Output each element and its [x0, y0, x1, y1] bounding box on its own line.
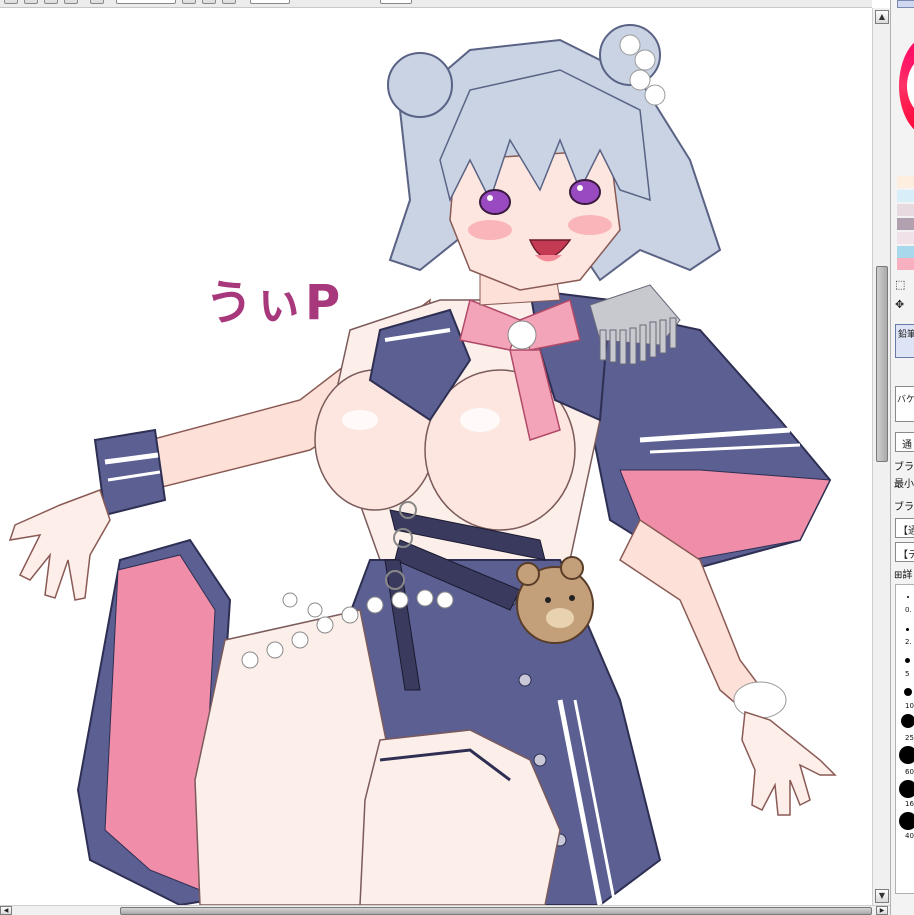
mode-select-2-value: 【テ [898, 550, 914, 561]
brush-size-dot[interactable] [899, 780, 914, 798]
zoom-reset-button[interactable] [222, 0, 236, 4]
right-wrist-fur [733, 681, 787, 719]
left-hand [8, 489, 111, 601]
scroll-up-arrow-icon[interactable]: ▲ [875, 10, 889, 24]
tool-panel: ⬚ ✥ 鉛筆 バケ 通 ブラシ 最小 ブラシ 【通 【テ ⊞詳 0. 2. 5 … [890, 0, 914, 915]
detail-toggle[interactable]: ⊞詳 [894, 566, 912, 581]
toolbar-button[interactable] [44, 0, 58, 4]
toolbar-button[interactable] [24, 0, 38, 4]
hair-bun-left [387, 52, 453, 118]
left-thigh [194, 609, 391, 905]
brush-size-dot[interactable] [905, 658, 910, 663]
color-swatch[interactable] [897, 232, 914, 244]
brush-size-label: 5 [905, 670, 910, 678]
mode-select-1-value: 【通 [898, 526, 914, 537]
mode-select-2[interactable]: 【テ [895, 542, 914, 562]
epaulette [589, 284, 681, 365]
move-icon[interactable]: ✥ [895, 298, 904, 311]
brush-size-label: 10 [905, 702, 914, 710]
brush-size-dot[interactable] [906, 628, 909, 631]
color-swatch[interactable] [897, 190, 914, 202]
tool-pencil-label: 鉛筆 [898, 330, 914, 340]
zoom-field[interactable] [116, 0, 176, 4]
color-swatch[interactable] [897, 246, 914, 258]
right-hand [741, 711, 837, 816]
scroll-left-arrow-icon[interactable]: ◀ [0, 906, 12, 915]
left-eye [479, 189, 511, 215]
toolbar-button[interactable] [90, 0, 104, 4]
rotation-field[interactable] [250, 0, 290, 4]
brush-shape-label: ブラシ [894, 462, 914, 473]
brush-size-label: 16 [905, 800, 914, 808]
color-swatch[interactable] [897, 218, 914, 230]
toolbar-button[interactable] [4, 0, 18, 4]
mode-select-1[interactable]: 【通 [895, 518, 914, 538]
artist-signature: うぃP [205, 275, 343, 331]
brush-size-dot[interactable] [904, 688, 912, 696]
stabilizer-field[interactable] [380, 0, 412, 4]
drawing-canvas[interactable]: うぃP [0, 8, 872, 905]
color-swatch[interactable] [897, 204, 914, 216]
brush-size-dot[interactable] [907, 596, 909, 598]
scroll-right-arrow-icon[interactable]: ▶ [876, 906, 888, 915]
vertical-scroll-thumb[interactable] [876, 266, 888, 462]
horizontal-scroll-thumb[interactable] [120, 907, 872, 915]
toolbar-button[interactable] [64, 0, 78, 4]
brush-size-label: 40 [905, 832, 914, 840]
brush-texture-label: ブラシ [894, 502, 914, 513]
blend-mode-select[interactable]: 通 [895, 432, 914, 452]
zoom-out-button[interactable] [202, 0, 216, 4]
tool-bucket-label: バケ [897, 395, 914, 405]
selection-icon[interactable]: ⬚ [895, 278, 905, 291]
brush-size-label: 25 [905, 734, 914, 742]
brush-size-dot[interactable] [901, 714, 914, 728]
top-toolbar [0, 0, 872, 8]
scroll-down-arrow-icon[interactable]: ▼ [875, 889, 889, 903]
detail-label: 詳 [902, 570, 913, 581]
horizontal-scrollbar[interactable]: ◀ ▶ [0, 905, 890, 915]
right-eye [569, 179, 601, 205]
tool-pencil-button[interactable]: 鉛筆 [895, 324, 914, 358]
panel-header-tab[interactable] [897, 0, 914, 8]
brush-size-dot[interactable] [899, 746, 914, 764]
bear-charm [516, 556, 594, 644]
brush-size-label: 2. [905, 638, 912, 646]
tool-bucket-button[interactable]: バケ [895, 386, 914, 422]
zoom-in-button[interactable] [182, 0, 196, 4]
vertical-scrollbar[interactable]: ▲ ▼ [872, 8, 890, 905]
brush-size-label: 0. [905, 606, 912, 614]
brush-size-label: 60 [905, 768, 914, 776]
color-swatch[interactable] [897, 176, 914, 188]
brush-size-dot[interactable] [899, 812, 914, 830]
color-swatch[interactable] [897, 258, 914, 270]
min-size-label: 最小 [894, 479, 914, 490]
blend-mode-value: 通 [902, 440, 912, 451]
illustration [8, 24, 837, 905]
